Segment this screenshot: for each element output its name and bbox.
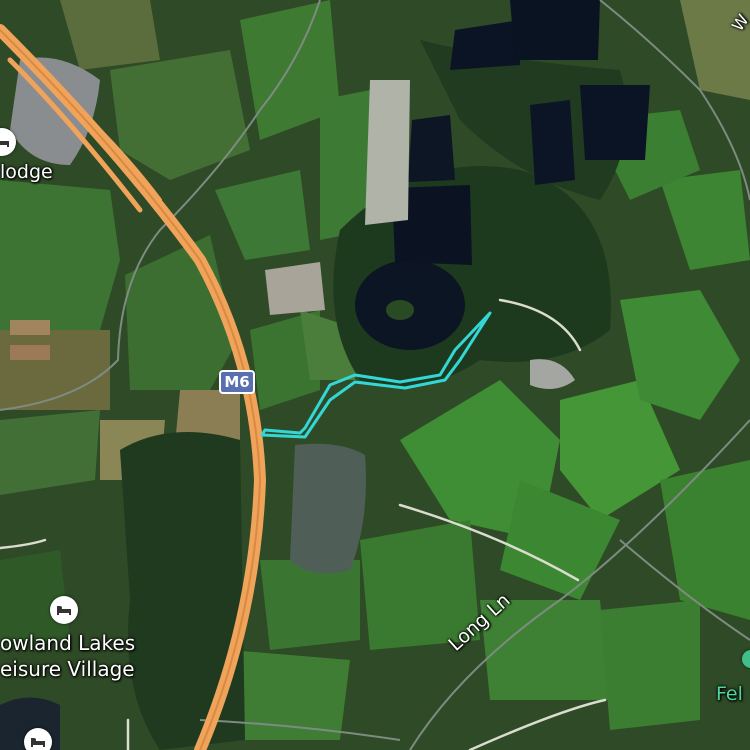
poi-label-lodge[interactable]: lodge [0,161,53,184]
hotel-bed-icon[interactable] [50,596,78,624]
poi-label-lakes-line1[interactable]: owland Lakes [0,632,135,655]
hotel-bed-icon[interactable] [24,728,52,750]
poi-label-lakes-line2[interactable]: eisure Village [0,658,135,681]
satellite-map[interactable]: lodge M6 owland Lakes eisure Village Lon… [0,0,750,750]
place-label-fel[interactable]: Fel [716,683,743,706]
motorway-shield-m6: M6 [219,370,255,394]
